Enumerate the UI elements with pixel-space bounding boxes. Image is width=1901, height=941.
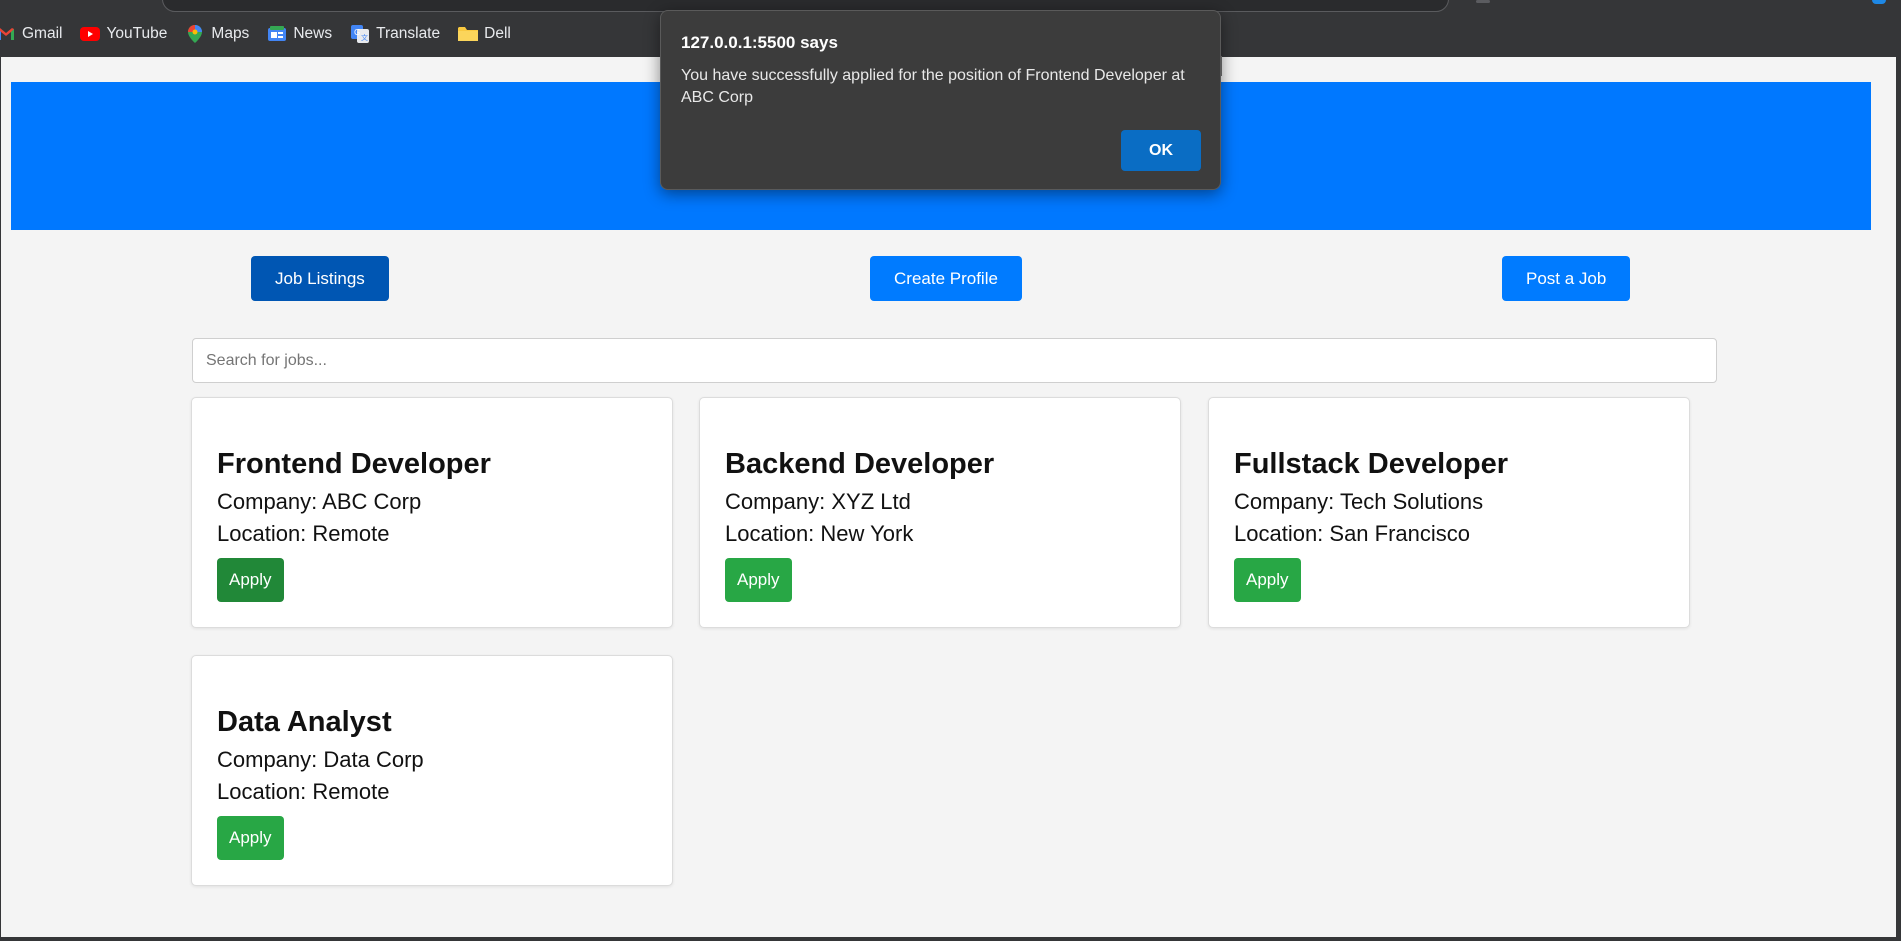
youtube-icon xyxy=(80,24,101,44)
dialog-title: 127.0.0.1:5500 says xyxy=(681,33,838,52)
svg-text:G: G xyxy=(354,28,360,37)
toolbar-icon[interactable] xyxy=(1476,0,1490,3)
create-profile-button[interactable]: Create Profile xyxy=(870,256,1022,301)
translate-icon: G 文 xyxy=(350,24,370,44)
bookmark-translate[interactable]: G 文 Translate xyxy=(350,24,440,44)
bookmark-label: Dell xyxy=(484,25,511,42)
dialog-edge-marker xyxy=(1220,56,1222,76)
bookmark-maps[interactable]: Maps xyxy=(185,24,249,44)
maps-icon xyxy=(185,24,205,44)
job-title: Fullstack Developer xyxy=(1234,448,1508,480)
job-company: Company: Data Corp xyxy=(217,747,424,772)
gmail-icon xyxy=(0,24,16,44)
bookmark-dell[interactable]: Dell xyxy=(458,24,511,44)
bookmark-label: News xyxy=(293,25,333,42)
dialog-message: You have successfully applied for the po… xyxy=(681,67,1185,106)
apply-button[interactable]: Apply xyxy=(217,816,284,860)
browser-frame-right xyxy=(1896,57,1901,941)
folder-icon xyxy=(458,24,479,44)
bookmark-label: Maps xyxy=(211,25,250,42)
apply-button[interactable]: Apply xyxy=(217,558,284,602)
job-location: Location: San Francisco xyxy=(1234,521,1471,546)
bookmark-gmail[interactable]: Gmail xyxy=(0,24,62,44)
apply-button[interactable]: Apply xyxy=(725,558,792,602)
profile-icon[interactable] xyxy=(1872,0,1886,4)
job-title: Backend Developer xyxy=(725,448,995,480)
svg-text:文: 文 xyxy=(361,33,368,42)
job-location: Location: Remote xyxy=(217,521,390,546)
job-card-frontend-developer: Frontend Developer Company: ABC Corp Loc… xyxy=(191,397,673,628)
job-company: Company: ABC Corp xyxy=(217,489,422,514)
post-job-button[interactable]: Post a Job xyxy=(1502,256,1631,301)
bookmark-label: YouTube xyxy=(106,25,168,42)
bookmarks-bar: Gmail YouTube Maps News G 文 Translate De… xyxy=(0,22,529,46)
browser-frame-bottom xyxy=(0,937,1901,941)
alert-dialog: 127.0.0.1:5500 says You have successfull… xyxy=(660,10,1221,190)
bookmark-youtube[interactable]: YouTube xyxy=(80,24,167,44)
bookmark-label: Gmail xyxy=(22,25,63,42)
news-icon xyxy=(267,24,287,44)
job-location: Location: New York xyxy=(725,521,914,546)
apply-button[interactable]: Apply xyxy=(1234,558,1301,602)
job-company: Company: Tech Solutions xyxy=(1234,489,1484,514)
job-location: Location: Remote xyxy=(217,779,390,804)
bookmark-news[interactable]: News xyxy=(267,24,332,44)
search-input[interactable] xyxy=(192,338,1717,383)
ok-button[interactable]: OK xyxy=(1121,130,1201,171)
bookmark-label: Translate xyxy=(376,25,441,42)
job-title: Frontend Developer xyxy=(217,448,491,480)
job-company: Company: XYZ Ltd xyxy=(725,489,911,514)
job-title: Data Analyst xyxy=(217,706,392,738)
job-card-fullstack-developer: Fullstack Developer Company: Tech Soluti… xyxy=(1208,397,1690,628)
job-listings-button[interactable]: Job Listings xyxy=(251,256,389,301)
job-card-backend-developer: Backend Developer Company: XYZ Ltd Locat… xyxy=(699,397,1181,628)
job-card-data-analyst: Data Analyst Company: Data Corp Location… xyxy=(191,655,673,886)
